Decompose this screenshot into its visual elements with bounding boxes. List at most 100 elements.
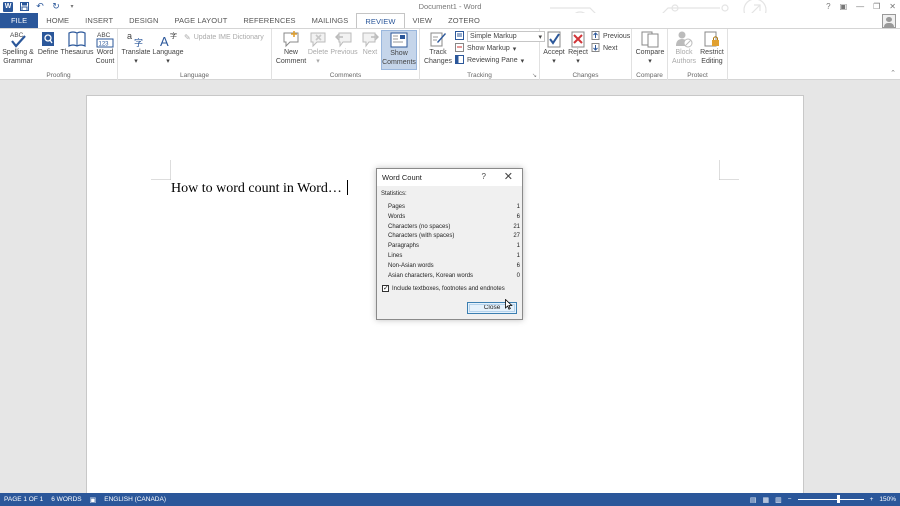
close-window-icon[interactable]: ✕: [889, 2, 896, 11]
restore-icon[interactable]: ❐: [873, 2, 880, 11]
stat-label: Asian characters, Korean words: [388, 272, 474, 279]
next-comment-label: Next: [362, 49, 378, 56]
user-avatar-icon[interactable]: [882, 14, 896, 28]
previous-change-button[interactable]: Previous: [591, 31, 630, 42]
translate-dropdown-icon: ▾: [134, 57, 138, 65]
word-count-status[interactable]: 6 WORDS: [47, 496, 85, 503]
next-change-label: Next: [603, 45, 618, 52]
delete-dropdown-icon: ▾: [316, 57, 320, 65]
next-comment-button[interactable]: Next: [359, 30, 381, 58]
new-comment-button[interactable]: New Comment: [274, 30, 308, 66]
stat-label: Characters (with spaces): [388, 233, 455, 240]
tab-page-layout[interactable]: PAGE LAYOUT: [166, 13, 235, 28]
changes-group-label: Changes: [572, 72, 599, 79]
web-layout-icon[interactable]: ▥: [775, 496, 782, 504]
reject-button[interactable]: Reject ▾: [566, 30, 590, 66]
thesaurus-button[interactable]: Thesaurus: [60, 30, 94, 58]
stat-label: Characters (no spaces): [388, 223, 451, 230]
print-layout-icon[interactable]: ▦: [763, 496, 770, 504]
previous-comment-button[interactable]: Previous: [329, 30, 359, 58]
tab-file[interactable]: FILE: [0, 13, 39, 28]
define-button[interactable]: Define: [36, 30, 60, 58]
stat-row-characters-no-spaces: Characters (no spaces) 21: [388, 223, 520, 233]
proofing-status-icon[interactable]: ▣: [86, 496, 101, 504]
restrict-editing-label-1: Restrict: [700, 49, 724, 56]
update-ime-dictionary-button[interactable]: ✎ Update IME Dictionary: [184, 32, 264, 43]
show-comments-label-2: Comments: [382, 58, 416, 66]
language-button[interactable]: A字 Language ▾: [152, 30, 184, 66]
restrict-editing-lock-icon: [703, 30, 721, 48]
track-changes-label-2: Changes: [423, 57, 453, 65]
language-status[interactable]: ENGLISH (CANADA): [100, 496, 170, 503]
protect-group-label: Protect: [687, 72, 708, 79]
next-comment-icon: [361, 30, 379, 48]
page-count-status[interactable]: PAGE 1 OF 1: [0, 496, 47, 503]
status-bar: PAGE 1 OF 1 6 WORDS ▣ ENGLISH (CANADA) ▤…: [0, 493, 900, 506]
ribbon-display-icon[interactable]: ▣: [840, 2, 848, 11]
group-compare: Compare ▾ Compare: [632, 29, 668, 80]
spelling-label-1: Spelling &: [2, 49, 34, 56]
document-text: How to word count in Word…: [171, 181, 342, 196]
next-change-button[interactable]: Next: [591, 43, 617, 54]
tab-design[interactable]: DESIGN: [121, 13, 166, 28]
new-comment-label-2: Comment: [275, 57, 307, 65]
track-changes-button[interactable]: Track Changes: [422, 30, 454, 66]
tab-insert[interactable]: INSERT: [77, 13, 121, 28]
svg-text:a: a: [127, 31, 132, 41]
restrict-editing-button[interactable]: Restrict Editing: [698, 30, 726, 66]
accept-button[interactable]: Accept ▾: [542, 30, 566, 66]
stat-value: 6: [516, 213, 520, 220]
reviewing-pane-button[interactable]: Reviewing Pane ▾: [455, 55, 524, 66]
zoom-out-icon[interactable]: −: [788, 496, 792, 503]
document-text-line[interactable]: How to word count in Word…: [171, 180, 348, 197]
delete-comment-button[interactable]: Delete ▾: [307, 30, 329, 66]
zoom-in-icon[interactable]: +: [870, 496, 874, 503]
translate-button[interactable]: a字 Translate ▾: [120, 30, 152, 66]
group-comments: New Comment Delete ▾ Previous Next Show …: [272, 29, 420, 80]
reject-icon: [569, 30, 587, 48]
tab-home[interactable]: HOME: [38, 13, 77, 28]
include-textboxes-option[interactable]: ✓ Include textboxes, footnotes and endno…: [382, 285, 505, 292]
delete-comment-icon: [309, 30, 327, 48]
show-markup-dropdown-icon: ▾: [512, 45, 517, 53]
status-bar-right: ▤ ▦ ▥ − + 150%: [750, 493, 896, 506]
zoom-slider[interactable]: [797, 495, 864, 503]
language-group-label: Language: [180, 72, 209, 79]
tab-references[interactable]: REFERENCES: [235, 13, 303, 28]
collapse-ribbon-icon[interactable]: ⌃: [890, 69, 896, 77]
spelling-check-icon: ABC: [9, 30, 27, 48]
markup-select[interactable]: Simple Markup ▾: [467, 31, 545, 42]
stat-label: Non-Asian words: [388, 262, 434, 269]
svg-text:123: 123: [99, 42, 110, 48]
spelling-grammar-button[interactable]: ABC Spelling & Grammar: [2, 30, 34, 66]
block-authors-icon: [675, 30, 693, 48]
group-tracking: Track Changes Simple Markup ▾ Show Marku…: [420, 29, 545, 80]
tab-review[interactable]: REVIEW: [356, 13, 405, 29]
compare-button[interactable]: Compare ▾: [634, 30, 666, 66]
tab-view[interactable]: VIEW: [405, 13, 441, 28]
include-textboxes-checkbox[interactable]: ✓: [382, 285, 389, 292]
dialog-close-icon[interactable]: ✕: [504, 170, 513, 183]
read-mode-icon[interactable]: ▤: [750, 496, 757, 504]
minimize-icon[interactable]: —: [856, 2, 864, 11]
block-authors-button[interactable]: Block Authors: [670, 30, 698, 66]
tracking-dialog-launcher-icon[interactable]: ↘: [532, 72, 537, 79]
block-authors-label-2: Authors: [671, 57, 697, 65]
stat-value: 1: [516, 252, 520, 259]
word-count-button[interactable]: ABC 123 Word Count: [94, 30, 116, 66]
stat-value: 27: [513, 233, 520, 240]
zoom-level[interactable]: 150%: [879, 496, 896, 503]
show-markup-button[interactable]: Show Markup ▾: [455, 43, 516, 54]
help-icon[interactable]: ?: [826, 2, 830, 11]
zoom-slider-thumb[interactable]: [837, 495, 841, 503]
tab-mailings[interactable]: MAILINGS: [304, 13, 357, 28]
ribbon-tabs: FILE HOME INSERT DESIGN PAGE LAYOUT REFE…: [0, 13, 900, 29]
spelling-label-2: Grammar: [3, 57, 33, 65]
tab-zotero[interactable]: ZOTERO: [440, 13, 488, 28]
dialog-help-icon[interactable]: ?: [482, 172, 486, 181]
show-comments-button[interactable]: Show Comments: [381, 30, 417, 70]
compare-icon: [641, 30, 659, 48]
dialog-title: Word Count: [377, 169, 522, 186]
reject-dropdown-icon: ▾: [576, 57, 580, 65]
svg-text:ABC: ABC: [97, 32, 111, 39]
